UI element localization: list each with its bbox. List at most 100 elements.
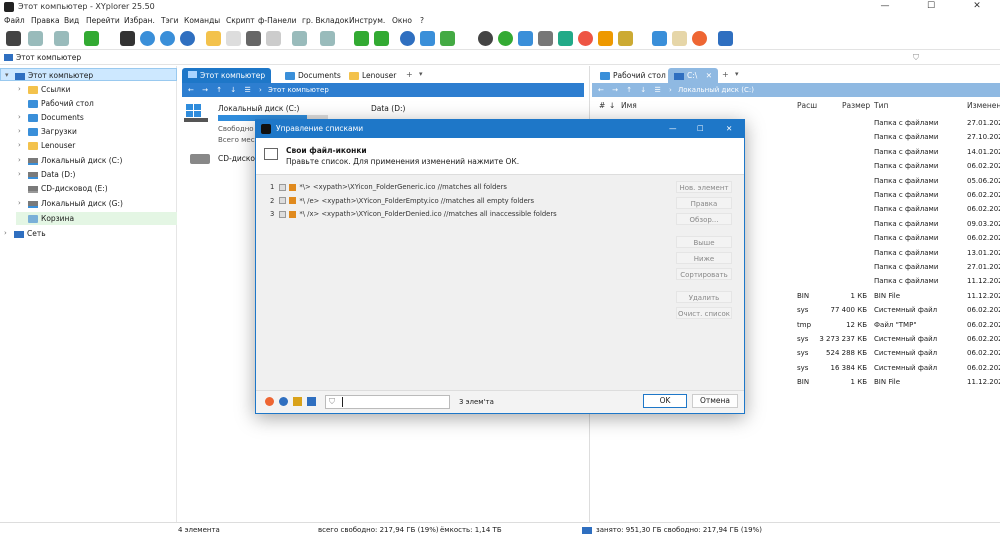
tree-item-desktop[interactable]: Рабочий стол (18, 97, 94, 110)
tree-item-drive-d[interactable]: › Data (D:) (18, 168, 75, 181)
item-checkbox[interactable] (279, 183, 287, 191)
item-checkbox[interactable] (279, 197, 287, 204)
ball-icon[interactable] (578, 31, 593, 46)
tree-item-links[interactable]: › Ссылки (18, 83, 70, 96)
maximize-button[interactable]: ☐ (908, 0, 954, 14)
paint-icon[interactable] (618, 31, 633, 46)
cut-icon[interactable] (246, 31, 261, 46)
thumbnails-icon[interactable] (518, 31, 533, 46)
ok-button[interactable]: OK (643, 394, 687, 408)
add-tab-button[interactable]: + (722, 70, 729, 79)
forward-arrow-icon[interactable] (54, 31, 69, 46)
left-breadcrumb[interactable]: Этот компьютер (268, 86, 329, 94)
filter-input[interactable]: ⛉ (325, 395, 450, 409)
move-up-button[interactable]: Выше (676, 236, 732, 248)
tab-list-chevron-icon[interactable]: ▾ (419, 70, 423, 78)
cd-drive-label[interactable]: CD-дисков (218, 154, 259, 163)
tree-item-network[interactable]: › Сеть (4, 227, 46, 240)
menu-window[interactable]: Окно (392, 16, 412, 25)
minimize-button[interactable]: — (862, 0, 908, 14)
menu-file[interactable]: Файл (4, 16, 25, 25)
delete-button[interactable]: Удалить (676, 291, 732, 303)
list-item[interactable]: 1 *\> <xypath>\XYicon_FolderGeneric.ico /… (270, 181, 507, 194)
menu-tools[interactable]: Инструм. (349, 16, 385, 25)
edit-button[interactable]: Правка (676, 197, 732, 209)
move-down-button[interactable]: Ниже (676, 252, 732, 264)
col-name[interactable]: Имя (621, 101, 637, 110)
cancel-button[interactable]: Отмена (692, 394, 738, 408)
preview-icon[interactable] (672, 31, 687, 46)
close-button[interactable]: ✕ (954, 0, 1000, 14)
col-ext[interactable]: Расш (797, 101, 817, 110)
col-size[interactable]: Размер (842, 101, 870, 110)
nav-back-icon[interactable]: ← (598, 86, 604, 94)
tab-desktop[interactable]: Рабочий стол (594, 68, 672, 83)
col-type[interactable]: Тип (874, 101, 888, 110)
tree-icon[interactable] (498, 31, 513, 46)
menu-tags[interactable]: Тэги (161, 16, 179, 25)
menu-help[interactable]: ? (420, 16, 424, 25)
menu-favorites[interactable]: Избран. (124, 16, 155, 25)
add-tab-button[interactable]: + (406, 70, 413, 79)
location-icon[interactable] (140, 31, 155, 46)
redo-icon[interactable] (320, 31, 335, 46)
edit-pencil-icon[interactable] (293, 397, 302, 406)
browse-button[interactable]: Обзор... (676, 213, 732, 225)
undo-icon[interactable] (292, 31, 307, 46)
settings-icon[interactable] (307, 397, 316, 406)
menu-tabsets[interactable]: гр. Вкладок (302, 16, 349, 25)
address-input[interactable]: Этот компьютер (16, 53, 81, 62)
dark-mode-icon[interactable] (478, 31, 493, 46)
list-item[interactable]: 3 *\ /x> <xypath>\XYicon_FolderDenied.ico… (270, 208, 557, 221)
col-modified[interactable]: Изменен (967, 101, 1000, 110)
sort-button[interactable]: Сортировать (676, 268, 732, 280)
tree-item-recycle-bin[interactable]: Корзина (16, 212, 177, 225)
nav-forward-icon[interactable]: → (202, 86, 208, 94)
up-arrow-icon[interactable] (84, 31, 99, 46)
copy-icon[interactable] (226, 31, 241, 46)
dialog-maximize-button[interactable]: ☐ (697, 120, 704, 138)
nav-forward-icon[interactable]: → (612, 86, 618, 94)
drive-c-label[interactable]: Локальный диск (C:) (218, 104, 299, 113)
nav-menu-icon[interactable]: ☰ (244, 86, 250, 94)
tab-documents[interactable]: Documents (279, 68, 347, 83)
clear-list-button[interactable]: Очист. список (676, 307, 732, 319)
tab-drive-c[interactable]: C:\ ✕ (668, 68, 718, 83)
filter-icon[interactable]: ⛉ (913, 53, 919, 63)
color-filter-icon[interactable] (598, 31, 613, 46)
tab-lenouser[interactable]: Lenouser (343, 68, 402, 83)
tab-this-pc[interactable]: Этот компьютер (182, 68, 272, 83)
tree-item-downloads[interactable]: › Загрузки (18, 125, 77, 138)
menu-edit[interactable]: Правка (31, 16, 60, 25)
menu-script[interactable]: Скрипт (226, 16, 255, 25)
new-item-button[interactable]: Нов. элемент (676, 181, 732, 193)
back-arrow-icon[interactable] (28, 31, 43, 46)
history-icon[interactable] (160, 31, 175, 46)
nav-up-icon[interactable]: ↑ (626, 86, 632, 94)
nav-down-icon[interactable]: ↓ (230, 86, 236, 94)
tab-list-chevron-icon[interactable]: ▾ (735, 70, 739, 78)
menu-go[interactable]: Перейти (86, 16, 120, 25)
computer-icon[interactable] (120, 31, 135, 46)
tree-item-drive-g[interactable]: › Локальный диск (G:) (18, 197, 123, 210)
paste-icon[interactable] (266, 31, 281, 46)
configuration-icon[interactable] (718, 31, 733, 46)
menu-view[interactable]: Вид (64, 16, 79, 25)
dual-pane-icon[interactable] (652, 31, 667, 46)
nav-back-icon[interactable]: ← (188, 86, 194, 94)
dialog-minimize-button[interactable]: — (669, 120, 677, 138)
tree-view-icon[interactable] (354, 31, 369, 46)
col-num[interactable]: # (599, 101, 605, 110)
grid-icon[interactable] (538, 31, 553, 46)
tree-item-documents[interactable]: › Documents (18, 111, 84, 124)
tree-item-drive-c[interactable]: › Локальный диск (C:) (18, 154, 122, 167)
right-breadcrumb[interactable]: Локальный диск (C:) (678, 86, 754, 94)
nav-up-icon[interactable]: ↑ (216, 86, 222, 94)
options-icon[interactable] (265, 397, 274, 406)
tree-item-lenouser[interactable]: › Lenouser (18, 139, 75, 152)
menu-panels[interactable]: ф-Панели (258, 16, 297, 25)
nav-menu-icon[interactable]: ☰ (654, 86, 660, 94)
new-folder-icon[interactable] (206, 31, 221, 46)
tree-item-cd-e[interactable]: CD-дисковод (E:) (18, 182, 108, 195)
nav-down-icon[interactable]: ↓ (640, 86, 646, 94)
